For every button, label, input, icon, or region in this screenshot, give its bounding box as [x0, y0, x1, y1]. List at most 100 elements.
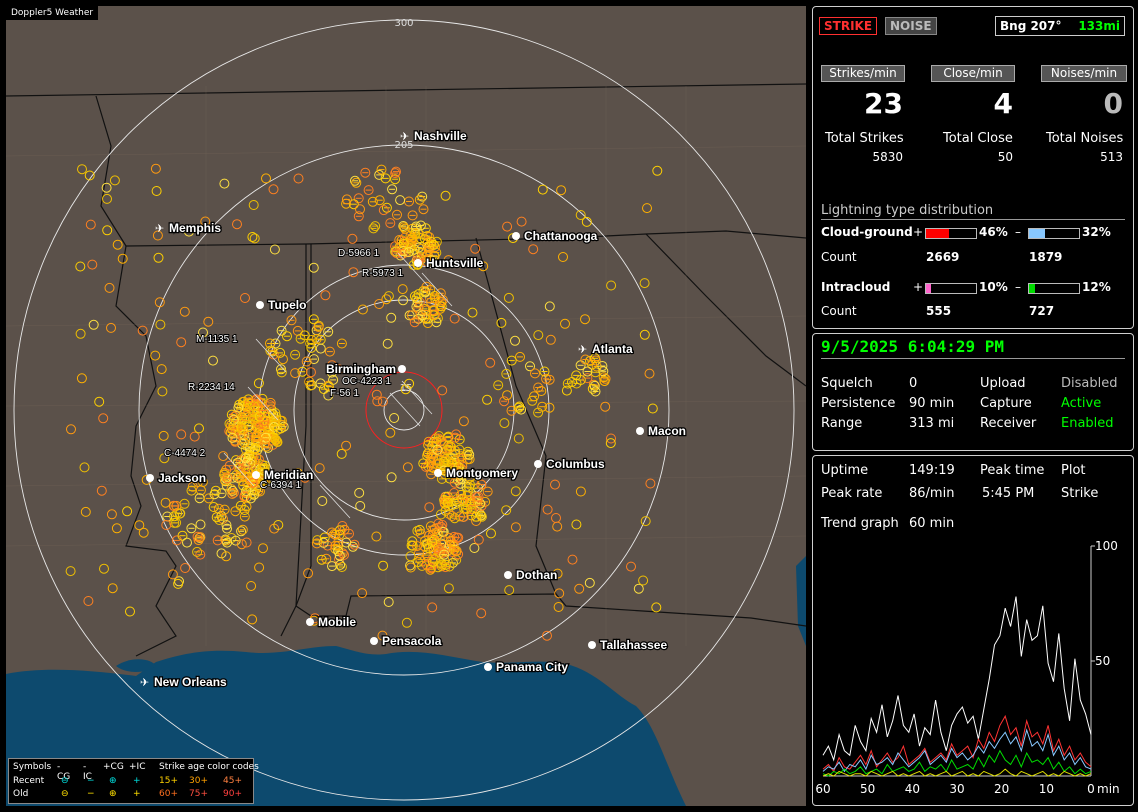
strike-symbol [556, 185, 567, 196]
city-label: Jackson [158, 471, 206, 485]
legend-head-pcg: +CG [103, 762, 124, 772]
cg-neg-bar [1028, 228, 1080, 239]
cell-label: M-1135 1 [196, 334, 238, 345]
x-tick-label: 30 [949, 782, 964, 796]
squelch-value[interactable]: 0 [909, 376, 917, 391]
strike-symbol [638, 575, 649, 586]
strike-symbol [65, 566, 76, 577]
ic-pos-count: 555 [926, 304, 952, 318]
peak-rate-value: 86/min [909, 486, 955, 501]
strike-symbol [516, 216, 527, 227]
x-tick-label: 0 [1087, 782, 1095, 796]
noises-per-min-button[interactable]: Noises/min [1041, 65, 1127, 82]
airport-icon: ✈ [155, 222, 164, 235]
strike-symbol [107, 583, 118, 594]
trend-series-0 [822, 596, 1092, 762]
strike-symbol [533, 330, 544, 341]
strike-symbol [552, 521, 563, 532]
legend-old-pic-icon: + [133, 789, 141, 799]
strike-symbol [550, 479, 560, 490]
strike-symbol [153, 252, 164, 263]
strike-symbol [117, 253, 128, 264]
strike-symbol [551, 513, 561, 523]
strike-symbol [189, 431, 200, 442]
range-value[interactable]: 313 mi [909, 416, 954, 431]
upload-status[interactable]: Disabled [1061, 376, 1117, 391]
strike-symbol [96, 485, 107, 496]
noises-per-min-value: 0 [1103, 87, 1123, 120]
cg-pos-count: 2669 [926, 250, 960, 264]
cell-label: F-56 1 [330, 388, 359, 399]
strike-symbol [639, 329, 650, 340]
strike-symbol [253, 378, 264, 389]
strike-symbol [626, 561, 636, 572]
airport-icon: ✈ [400, 130, 409, 143]
strike-symbol [80, 506, 91, 517]
cg-count-label: Count [821, 250, 857, 264]
legend-recent-nic-icon: − [87, 776, 95, 786]
capture-status[interactable]: Active [1061, 396, 1101, 411]
legend-old-nic-icon: − [87, 789, 95, 799]
strike-symbol [651, 602, 662, 613]
strikes-per-min-button[interactable]: Strikes/min [821, 65, 905, 82]
total-strikes-value: 5830 [872, 150, 903, 164]
city-dot-icon [534, 460, 542, 468]
city-dot-icon [588, 641, 596, 649]
squelch-label: Squelch [821, 376, 873, 391]
distribution-title: Lightning type distribution [821, 203, 994, 218]
total-close-label: Total Close [943, 131, 1013, 146]
strike-symbol [258, 543, 268, 554]
strike-symbol [553, 602, 564, 612]
plot-value[interactable]: Strike [1061, 486, 1098, 501]
strike-symbol [269, 244, 280, 255]
strike-symbol [600, 401, 611, 412]
strike-symbol [510, 522, 521, 533]
city-jackson: Jackson [146, 470, 207, 486]
map-title: Doppler5 Weather [6, 6, 99, 20]
range-label-300: 300 [394, 18, 413, 29]
total-noises-label: Total Noises [1046, 131, 1124, 146]
strike-symbol [389, 413, 400, 423]
strike-indicator[interactable]: STRIKE [819, 17, 878, 35]
strike-symbol [440, 190, 451, 201]
strike-symbol [66, 424, 76, 435]
receiver-status[interactable]: Enabled [1061, 416, 1114, 431]
strikes-per-min-value: 23 [864, 87, 903, 120]
strike-symbol [348, 267, 359, 278]
strike-symbol [232, 219, 242, 230]
noise-indicator[interactable]: NOISE [885, 17, 937, 35]
close-per-min-button[interactable]: Close/min [931, 65, 1015, 82]
strike-symbol [401, 617, 412, 628]
strike-symbol [545, 334, 556, 345]
strike-symbol [246, 581, 257, 591]
strike-symbol [154, 297, 165, 308]
radar-map[interactable]: 300 205 15 D-5966 1 R-5973 1 M-1135 1 R-223… [6, 6, 806, 806]
strike-symbol [320, 290, 331, 301]
strike-symbol [254, 562, 265, 573]
cg-pos-bar-fill [926, 229, 949, 238]
map-canvas[interactable]: 300 205 15 D-5966 1R-5973 1M-1135 1R-223… [6, 6, 806, 806]
city-dot-icon [370, 637, 378, 645]
strike-symbol [109, 175, 120, 186]
x-tick-label: 50 [860, 782, 875, 796]
x-tick-label: 40 [905, 782, 920, 796]
ic-pos-percent: 10% [979, 280, 1008, 294]
city-dot-icon [256, 301, 264, 309]
strike-symbol [317, 496, 328, 506]
cg-pos-sign: + [913, 225, 924, 239]
strike-symbol [378, 560, 389, 571]
receiver-label: Receiver [980, 416, 1037, 431]
city-new-orleans: ✈ New Orleans [140, 674, 228, 691]
city-dothan: Dothan [504, 567, 559, 583]
city-label: Columbus [546, 457, 605, 471]
strike-symbol [476, 608, 487, 619]
strike-symbol [180, 563, 191, 573]
persistence-value[interactable]: 90 min [909, 396, 954, 411]
bearing-value: Bng 207° [1000, 19, 1062, 33]
trend-value[interactable]: 60 min [909, 516, 954, 531]
legend-recent-pcg-icon: ⊕ [109, 776, 117, 786]
strike-symbol [137, 325, 148, 336]
upload-label: Upload [980, 376, 1026, 391]
strike-symbol [580, 314, 590, 325]
strike-symbol [293, 173, 304, 184]
